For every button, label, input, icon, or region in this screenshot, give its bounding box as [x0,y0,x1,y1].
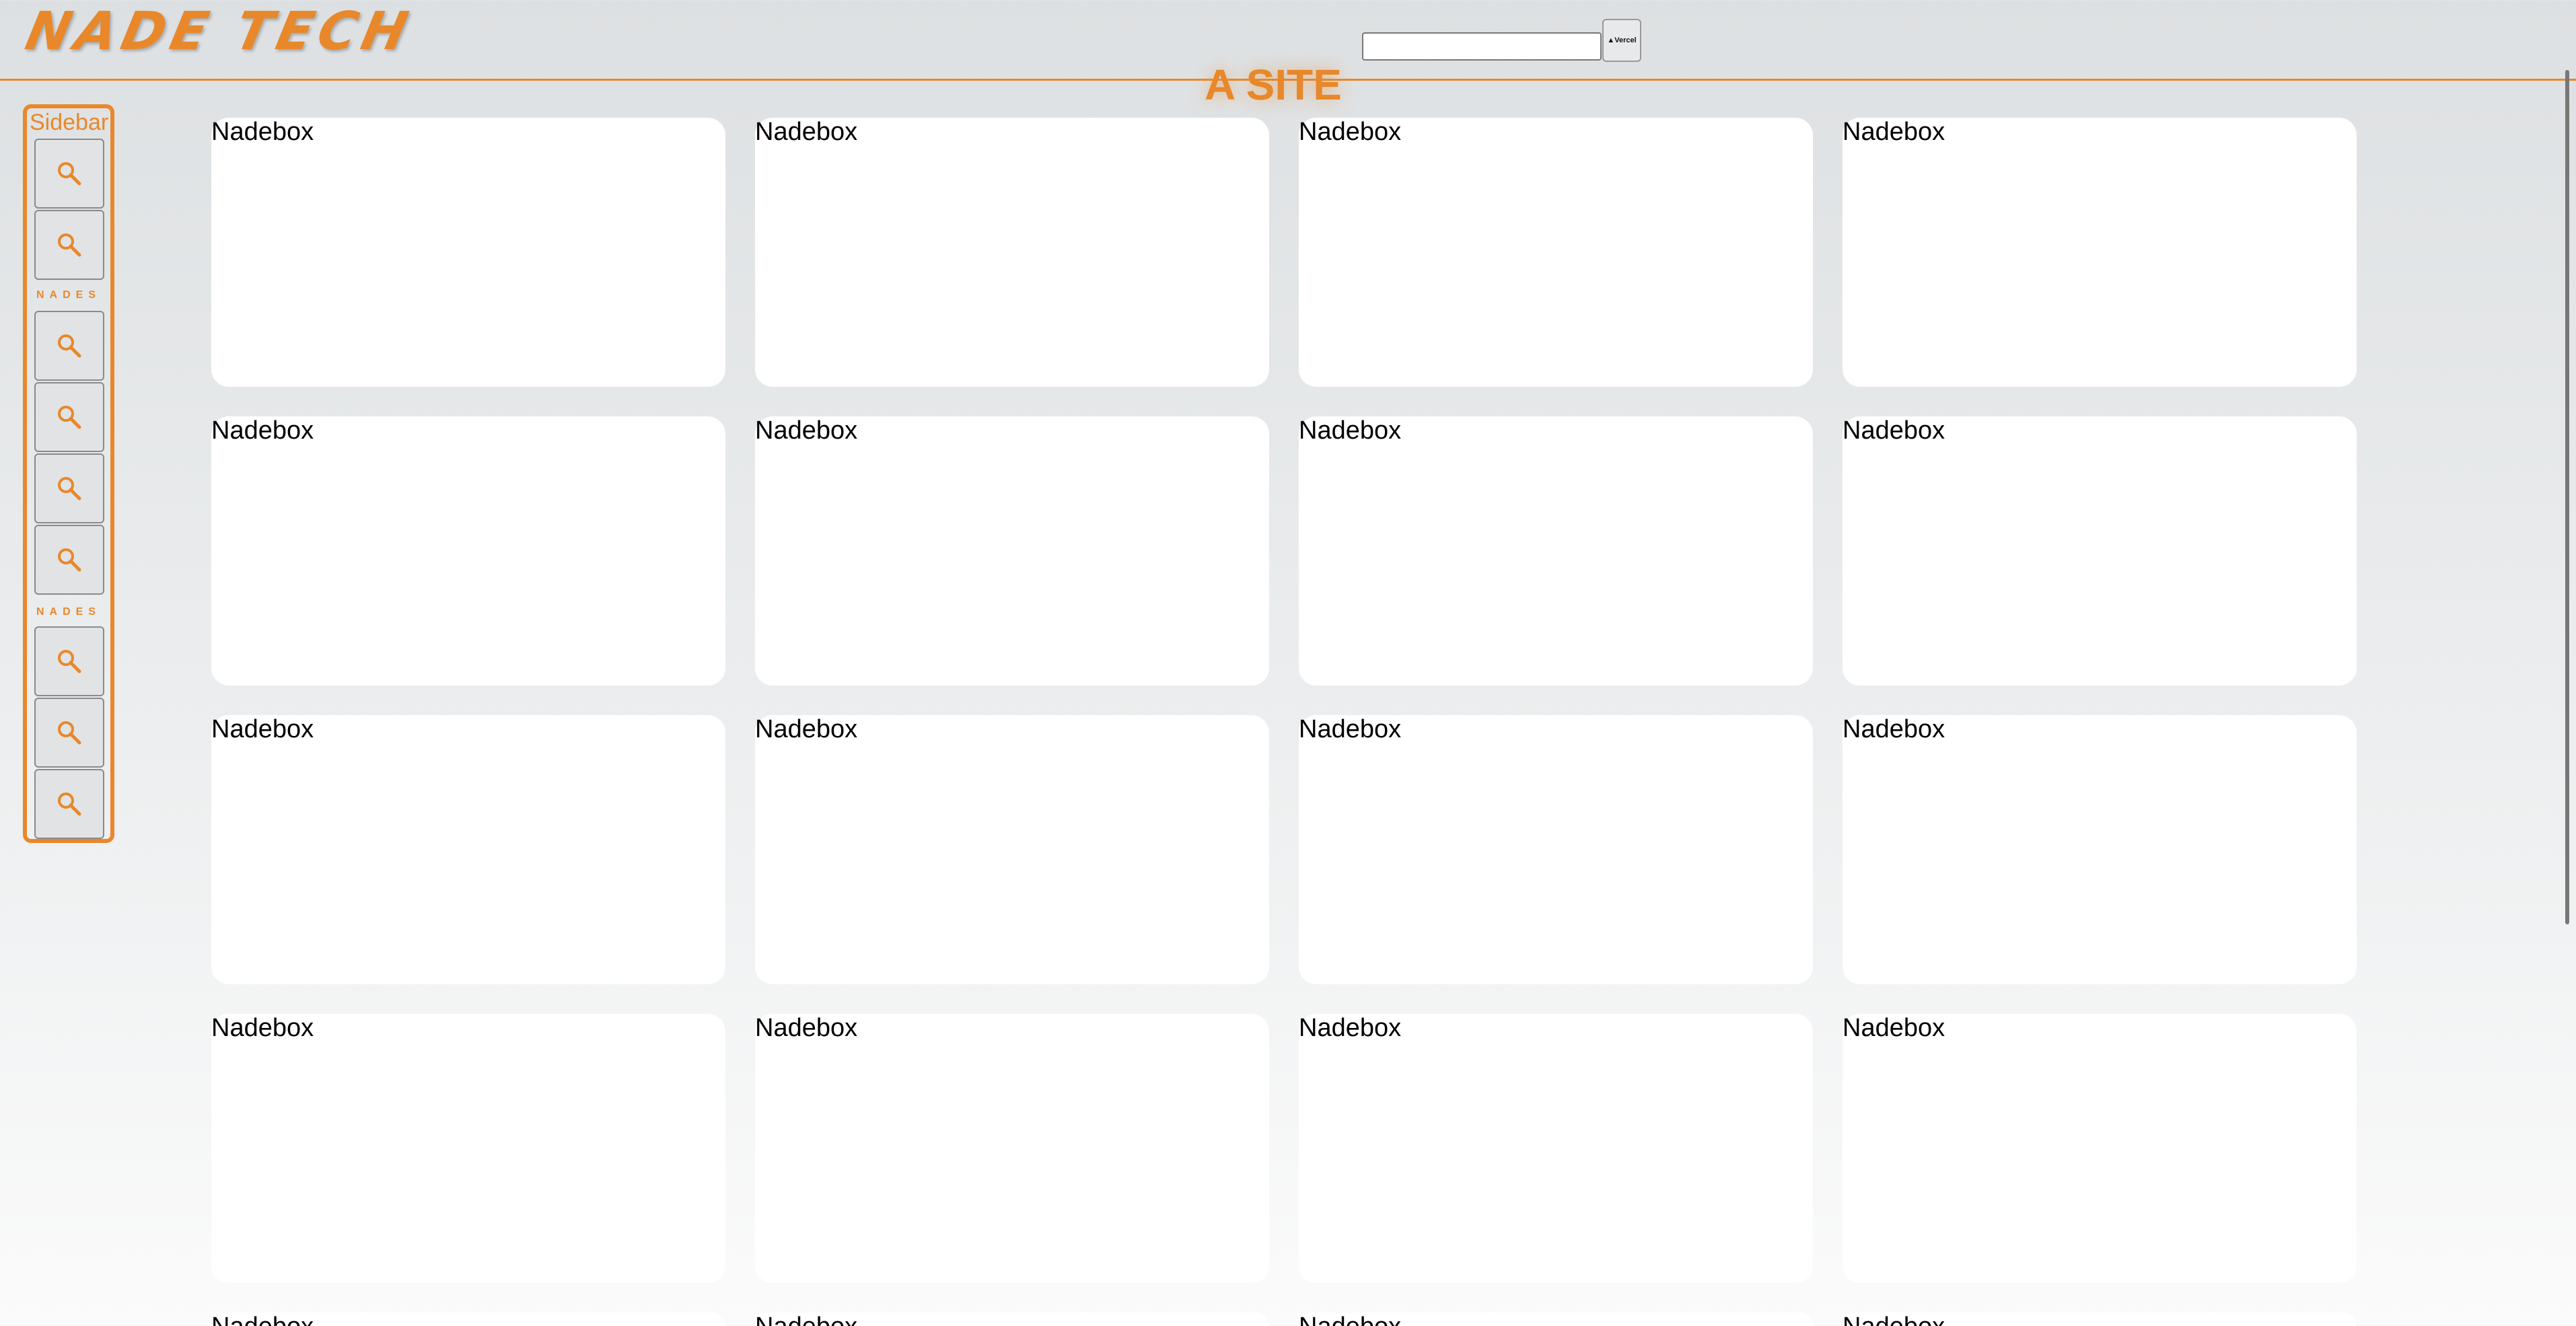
nadebox-label: Nadebox [755,1014,858,1042]
sidebar-search-button[interactable] [34,525,104,595]
sidebar-search-button[interactable] [34,698,104,768]
sidebar-search-button[interactable] [34,210,104,280]
nadebox-label: Nadebox [755,416,858,445]
search-icon [56,719,83,746]
sidebar-section-label: NADES [36,606,101,618]
sidebar: Sidebar NADES NADES [23,104,114,843]
nadebox-card[interactable]: Nadebox [1299,118,1813,387]
search-icon [56,546,83,573]
nadebox-label: Nadebox [1299,1014,1402,1042]
nadebox-card[interactable]: Nadebox [755,1014,1269,1283]
nadebox-card[interactable]: Nadebox [1299,1014,1813,1283]
nadebox-card[interactable]: Nadebox [211,1313,725,1326]
sidebar-search-button[interactable] [34,311,104,381]
page-title: A SITE [1205,61,1342,109]
nadebox-label: Nadebox [1842,416,1945,445]
nadebox-card[interactable]: Nadebox [1299,1313,1813,1326]
nadebox-label: Nadebox [1842,1014,1945,1042]
sidebar-section-label: NADES [36,289,101,301]
search-icon [56,231,83,258]
nadebox-card[interactable]: Nadebox [755,416,1269,686]
sidebar-title: Sidebar [30,110,109,135]
vercel-button[interactable]: ▲Vercel [1602,19,1641,62]
nadebox-label: Nadebox [1842,715,1945,743]
sidebar-search-button[interactable] [34,626,104,696]
nadebox-label: Nadebox [1842,118,1945,146]
nadebox-card[interactable]: Nadebox [1299,715,1813,984]
nadebox-card[interactable]: Nadebox [1842,715,2357,984]
search-icon [56,475,83,502]
nadebox-card[interactable]: Nadebox [755,1313,1269,1326]
nadebox-label: Nadebox [755,1314,857,1326]
sidebar-search-button[interactable] [34,382,104,452]
nadebox-label: Nadebox [211,118,314,146]
nadebox-label: Nadebox [211,1014,314,1042]
nadebox-label: Nadebox [1842,1314,1945,1326]
nadebox-label: Nadebox [211,416,314,445]
search-icon [56,648,83,675]
nadebox-card[interactable]: Nadebox [755,118,1269,387]
nadebox-card[interactable]: Nadebox [211,1014,725,1283]
sidebar-search-button[interactable] [34,139,104,209]
page-scrollbar[interactable] [2565,70,2569,924]
search-icon [56,332,83,359]
search-icon [56,790,83,817]
nadebox-label: Nadebox [1299,118,1402,146]
nadebox-label: Nadebox [755,715,858,743]
nadebox-card[interactable]: Nadebox [1842,1014,2357,1283]
site-logo[interactable]: NADE TECH [20,1,418,62]
nadebox-label: Nadebox [211,1314,314,1326]
nadebox-card[interactable]: Nadebox [211,118,725,387]
sidebar-search-button[interactable] [34,453,104,523]
nadebox-label: Nadebox [1299,1314,1401,1326]
nadebox-label: Nadebox [755,118,858,146]
nadebox-card[interactable]: Nadebox [755,715,1269,984]
sidebar-search-button[interactable] [34,769,104,839]
search-icon [56,404,83,431]
nadebox-card[interactable]: Nadebox [1842,1313,2357,1326]
nadebox-card[interactable]: Nadebox [211,715,725,984]
nadebox-label: Nadebox [1299,416,1402,445]
nadebox-card[interactable]: Nadebox [1842,118,2357,387]
nadebox-label: Nadebox [211,715,314,743]
search-icon [56,160,83,187]
nadebox-card[interactable]: Nadebox [1299,416,1813,686]
search-input[interactable] [1362,32,1602,61]
nadebox-card[interactable]: Nadebox [1842,416,2357,686]
nadebox-card[interactable]: Nadebox [211,416,725,686]
nadebox-label: Nadebox [1299,715,1402,743]
